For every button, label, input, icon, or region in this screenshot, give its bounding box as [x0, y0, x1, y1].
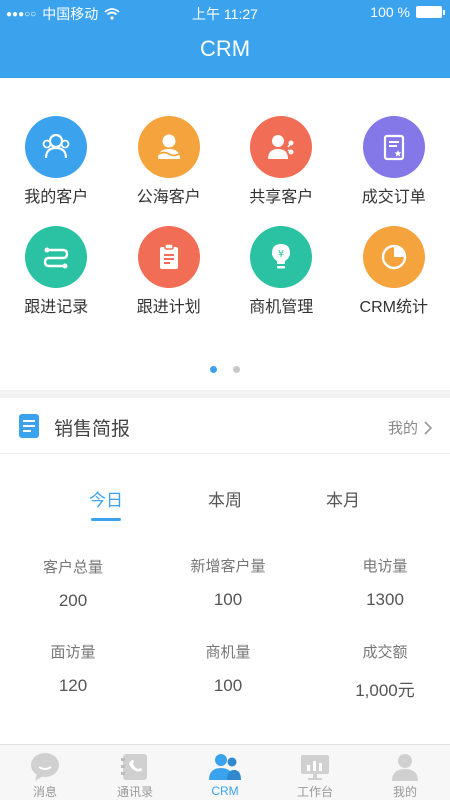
profile-icon [390, 751, 420, 782]
tabbar-item-profile[interactable]: 我的 [360, 745, 450, 800]
follow-plan-icon [137, 226, 200, 288]
module-follow-records[interactable]: 跟进记录 [0, 226, 113, 320]
crm-icon [207, 751, 243, 783]
shared-customer-icon [250, 116, 313, 178]
battery-icon [416, 6, 445, 18]
active-tab-indicator [91, 518, 121, 521]
stat-value: 1300 [366, 590, 404, 609]
tab-this-month[interactable]: 本月 [283, 486, 403, 511]
tabbar-item-contacts[interactable]: 通讯录 [90, 745, 180, 800]
tabbar-label: CRM [211, 784, 239, 798]
module-follow-plans[interactable]: 跟进计划 [113, 226, 226, 320]
module-orders[interactable]: 成交订单 [338, 116, 450, 210]
module-opportunities[interactable]: ¥ 商机管理 [225, 226, 338, 320]
period-tabs: 今日 本周 本月 [0, 486, 450, 526]
battery-percent: 100 % [370, 4, 410, 20]
module-label: 成交订单 [361, 189, 426, 206]
module-grid: 我的客户 公海客户 共享客户 成交订单 跟进记录 跟进计划 ¥ 商机管理 CRM… [0, 116, 450, 320]
follow-record-icon [25, 226, 88, 288]
contacts-icon [120, 751, 150, 782]
module-public-customers[interactable]: 公海客户 [113, 116, 226, 210]
public-customer-icon [137, 116, 200, 178]
module-crm-stats[interactable]: CRM统计 [338, 226, 450, 320]
message-icon [29, 751, 61, 782]
tabbar-label: 通讯录 [116, 785, 153, 799]
stat-label: 新增客户量 [190, 558, 266, 575]
stat-phone-visits: 电访量 1300 [320, 555, 450, 610]
tab-this-week[interactable]: 本周 [165, 486, 285, 511]
chevron-right-icon [424, 420, 432, 435]
tabbar-item-workbench[interactable]: 工作台 [270, 745, 360, 800]
pager-dot-active[interactable] [210, 366, 217, 373]
module-label: 跟进记录 [24, 299, 89, 316]
sales-report-panel: 销售简报 我的 今日 本周 本月 客户总量 200 新增客户量 100 电访量 … [0, 398, 450, 744]
bottom-tab-bar: 消息 通讯录 CRM 工作台 我的 [0, 744, 450, 800]
tabbar-label: 消息 [32, 785, 57, 799]
module-label: 跟进计划 [136, 299, 201, 316]
order-icon [362, 116, 425, 178]
stat-face-visits: 面访量 120 [8, 641, 138, 696]
stat-label: 成交额 [362, 644, 408, 661]
pie-chart-icon [362, 226, 425, 288]
stat-opportunities: 商机量 100 [163, 641, 293, 696]
stat-label: 商机量 [205, 644, 251, 661]
module-grid-panel: 我的客户 公海客户 共享客户 成交订单 跟进记录 跟进计划 ¥ 商机管理 CRM… [0, 78, 450, 390]
stat-total-customers: 客户总量 200 [8, 556, 138, 611]
sales-report-header: 销售简报 我的 [0, 398, 450, 454]
stat-value: 120 [58, 676, 88, 695]
module-label: 我的客户 [24, 189, 89, 206]
document-icon [19, 414, 39, 438]
module-my-customers[interactable]: 我的客户 [0, 116, 113, 210]
app-header: ●●●○○ 中国移动 上午 11:27 100 % CRM [0, 0, 450, 78]
report-filter-label: 我的 [387, 420, 418, 437]
customers-icon [25, 116, 88, 178]
tabbar-label: 工作台 [296, 785, 333, 799]
svg-text:¥: ¥ [278, 249, 284, 260]
stat-deal-amount: 成交额 1,000元 [320, 641, 450, 701]
page-title: CRM [199, 36, 251, 61]
tab-label: 今日 [89, 491, 123, 510]
grid-pager[interactable] [0, 366, 450, 373]
pager-dot[interactable] [233, 366, 240, 373]
module-shared-customers[interactable]: 共享客户 [225, 116, 338, 210]
module-label: 公海客户 [136, 189, 201, 206]
stat-value: 100 [213, 676, 243, 695]
tab-today[interactable]: 今日 [46, 486, 166, 521]
stat-new-customers: 新增客户量 100 [163, 555, 293, 610]
status-bar: ●●●○○ 中国移动 上午 11:27 100 % [0, 0, 450, 24]
stat-label: 面访量 [50, 644, 96, 661]
tab-label: 本月 [326, 491, 360, 510]
lightbulb-icon: ¥ [250, 226, 313, 288]
tabbar-item-crm[interactable]: CRM [180, 745, 270, 800]
stat-value: 1,000元 [355, 681, 415, 700]
stat-label: 客户总量 [42, 559, 103, 576]
stat-value: 100 [213, 590, 243, 609]
tabbar-label: 我的 [392, 785, 417, 799]
stat-value: 200 [58, 591, 88, 610]
module-label: CRM统计 [359, 299, 428, 316]
report-filter-button[interactable]: 我的 [388, 417, 432, 438]
module-label: 共享客户 [249, 189, 314, 206]
sales-report-title: 销售简报 [54, 419, 131, 440]
stat-label: 电访量 [362, 558, 408, 575]
tabbar-item-messages[interactable]: 消息 [0, 745, 90, 800]
workbench-icon [299, 751, 331, 782]
module-label: 商机管理 [249, 299, 314, 316]
tab-label: 本周 [208, 491, 242, 510]
